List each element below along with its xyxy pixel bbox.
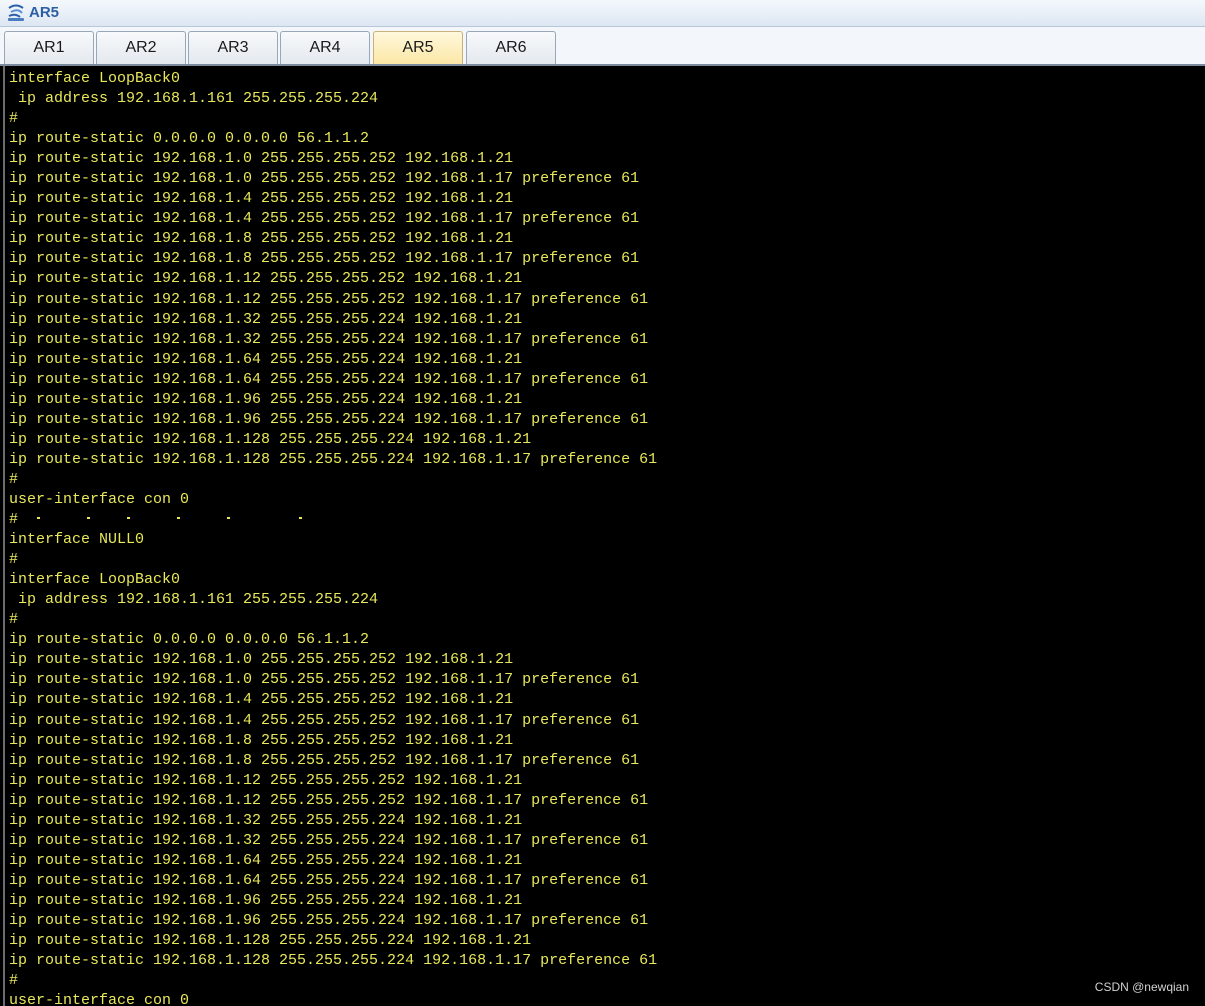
terminal-line: ip route-static 192.168.1.64 255.255.255… <box>9 370 649 388</box>
tab-ar4[interactable]: AR4 <box>280 31 370 64</box>
terminal-line: ip route-static 192.168.1.12 255.255.255… <box>9 290 649 308</box>
terminal-line: ip route-static 192.168.1.12 255.255.255… <box>9 270 523 288</box>
terminal-line: ip route-static 192.168.1.64 255.255.255… <box>9 871 649 889</box>
terminal-line: # <box>9 110 19 128</box>
window-title: AR5 <box>29 4 60 21</box>
terminal-line: ip route-static 192.168.1.128 255.255.25… <box>9 430 532 448</box>
terminal-line: # <box>9 611 19 629</box>
terminal-line: interface NULL0 <box>9 531 145 549</box>
watermark: CSDN @newqian <box>1094 980 1189 994</box>
title-bar: AR5 <box>0 0 1205 27</box>
terminal-line: ip route-static 192.168.1.12 255.255.255… <box>9 791 649 809</box>
terminal-line: ip route-static 192.168.1.32 255.255.255… <box>9 831 649 849</box>
terminal-line: ip route-static 192.168.1.0 255.255.255.… <box>9 150 514 168</box>
terminal-line: user-interface con 0 <box>9 992 190 1006</box>
terminal-line: ip route-static 192.168.1.4 255.255.255.… <box>9 691 514 709</box>
tab-ar2[interactable]: AR2 <box>96 31 186 64</box>
terminal-line: ip route-static 0.0.0.0 0.0.0.0 56.1.1.2 <box>9 130 370 148</box>
terminal-line: ip route-static 192.168.1.8 255.255.255.… <box>9 230 514 248</box>
terminal-line: ip address 192.168.1.161 255.255.255.224 <box>9 591 379 609</box>
terminal-line: # <box>9 470 19 488</box>
device-tabstrip: AR1 AR2 AR3 AR4 AR5 AR6 <box>0 27 1205 66</box>
terminal-line: ip route-static 192.168.1.64 255.255.255… <box>9 350 523 368</box>
terminal-output: interface LoopBack0 ip address 192.168.1… <box>9 69 657 1006</box>
terminal-line: ip route-static 192.168.1.12 255.255.255… <box>9 771 523 789</box>
terminal-line: ip route-static 192.168.1.8 255.255.255.… <box>9 731 514 749</box>
terminal-line: ip route-static 192.168.1.32 255.255.255… <box>9 811 523 829</box>
terminal-line: ip route-static 192.168.1.8 255.255.255.… <box>9 250 640 268</box>
render-artifact <box>37 517 302 519</box>
terminal-console[interactable]: interface LoopBack0 ip address 192.168.1… <box>3 66 1205 1006</box>
terminal-line: ip route-static 192.168.1.4 255.255.255.… <box>9 190 514 208</box>
terminal-line: ip route-static 192.168.1.96 255.255.255… <box>9 911 649 929</box>
tab-ar5[interactable]: AR5 <box>373 31 463 64</box>
tab-ar3[interactable]: AR3 <box>188 31 278 64</box>
terminal-line: user-interface con 0 <box>9 490 190 508</box>
terminal-line: ip route-static 192.168.1.4 255.255.255.… <box>9 711 640 729</box>
terminal-line: interface LoopBack0 <box>9 571 181 589</box>
terminal-line: ip route-static 192.168.1.64 255.255.255… <box>9 851 523 869</box>
terminal-line: ip route-static 192.168.1.8 255.255.255.… <box>9 751 640 769</box>
terminal-line: # <box>9 551 19 569</box>
terminal-line: interface LoopBack0 <box>9 70 181 87</box>
terminal-line: ip route-static 0.0.0.0 0.0.0.0 56.1.1.2 <box>9 631 370 649</box>
terminal-line: ip route-static 192.168.1.128 255.255.25… <box>9 932 532 950</box>
terminal-line: ip route-static 192.168.1.0 255.255.255.… <box>9 170 640 188</box>
terminal-line: ip route-static 192.168.1.96 255.255.255… <box>9 891 523 909</box>
tab-ar1[interactable]: AR1 <box>4 31 94 64</box>
terminal-line: ip route-static 192.168.1.4 255.255.255.… <box>9 210 640 228</box>
terminal-line: ip route-static 192.168.1.96 255.255.255… <box>9 410 649 428</box>
terminal-line: ip route-static 192.168.1.32 255.255.255… <box>9 330 649 348</box>
terminal-line: ip route-static 192.168.1.32 255.255.255… <box>9 310 523 328</box>
router-icon <box>8 4 24 21</box>
terminal-line: # <box>9 972 19 990</box>
terminal-line: ip route-static 192.168.1.128 255.255.25… <box>9 952 658 970</box>
terminal-line: ip route-static 192.168.1.0 255.255.255.… <box>9 651 514 669</box>
terminal-line: ip route-static 192.168.1.128 255.255.25… <box>9 450 658 468</box>
terminal-line: ip route-static 192.168.1.0 255.255.255.… <box>9 671 640 689</box>
terminal-line: ip address 192.168.1.161 255.255.255.224 <box>9 90 379 108</box>
tab-ar6[interactable]: AR6 <box>466 31 556 64</box>
terminal-line: ip route-static 192.168.1.96 255.255.255… <box>9 390 523 408</box>
